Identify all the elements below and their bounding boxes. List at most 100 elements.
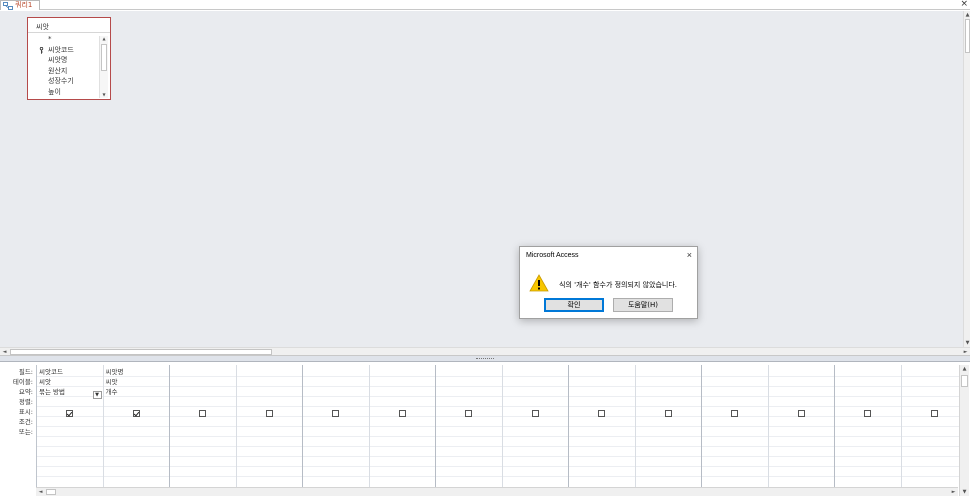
criteria-cell[interactable]: [303, 417, 369, 427]
criteria-cell[interactable]: [502, 417, 568, 427]
table-cell[interactable]: [569, 377, 635, 387]
table-cell[interactable]: [702, 377, 768, 387]
sort-cell[interactable]: [170, 397, 236, 407]
blank-cell[interactable]: [702, 457, 768, 467]
grid-column[interactable]: 씨앗명 씨앗 개수: [103, 365, 170, 489]
sort-cell[interactable]: [369, 397, 435, 407]
table-cell[interactable]: [635, 377, 701, 387]
field-item-seed-code[interactable]: 씨앗코드: [28, 45, 100, 56]
blank-cell[interactable]: [436, 447, 502, 457]
field-item-growth[interactable]: 성장수기: [28, 76, 100, 87]
or-cell[interactable]: [502, 427, 568, 437]
blank-cell[interactable]: [835, 447, 901, 457]
blank-cell[interactable]: [369, 437, 435, 447]
blank-cell[interactable]: [170, 467, 236, 477]
field-item-all[interactable]: *: [28, 34, 100, 45]
blank-cell[interactable]: [502, 437, 568, 447]
blank-cell[interactable]: [901, 467, 967, 477]
scroll-down-icon[interactable]: ▼: [960, 489, 969, 495]
show-checkbox[interactable]: [864, 410, 872, 417]
blank-cell[interactable]: [835, 457, 901, 467]
blank-cell[interactable]: [236, 467, 302, 477]
blank-cell[interactable]: [303, 437, 369, 447]
total-cell[interactable]: [569, 387, 635, 397]
scroll-up-icon[interactable]: ▲: [960, 366, 969, 372]
or-cell[interactable]: [901, 427, 967, 437]
grid-column[interactable]: [635, 365, 702, 489]
field-cell[interactable]: [901, 367, 967, 377]
sort-cell[interactable]: [768, 397, 834, 407]
blank-cell[interactable]: [369, 447, 435, 457]
blank-cell[interactable]: [702, 467, 768, 477]
or-cell[interactable]: [37, 427, 103, 437]
blank-cell[interactable]: [170, 437, 236, 447]
sort-cell[interactable]: [436, 397, 502, 407]
blank-cell[interactable]: [303, 457, 369, 467]
criteria-cell[interactable]: [369, 417, 435, 427]
show-checkbox[interactable]: [731, 410, 739, 417]
blank-cell[interactable]: [635, 457, 701, 467]
sort-cell[interactable]: [569, 397, 635, 407]
field-item-seed-name[interactable]: 씨앗명: [28, 55, 100, 66]
scroll-thumb[interactable]: [965, 19, 970, 53]
splitter-grip[interactable]: [476, 358, 494, 360]
scroll-down-icon[interactable]: ▼: [964, 340, 970, 346]
scroll-left-icon[interactable]: ◄: [1, 349, 8, 355]
sort-cell[interactable]: [303, 397, 369, 407]
table-cell[interactable]: [835, 377, 901, 387]
scroll-thumb[interactable]: [961, 375, 968, 387]
sort-cell[interactable]: [502, 397, 568, 407]
blank-cell[interactable]: [702, 437, 768, 447]
show-checkbox[interactable]: [66, 410, 74, 417]
total-cell[interactable]: [702, 387, 768, 397]
grid-horizontal-scrollbar[interactable]: ◄ ►: [36, 487, 958, 496]
blank-cell[interactable]: [303, 447, 369, 457]
field-cell[interactable]: 씨앗명: [103, 367, 169, 377]
blank-cell[interactable]: [436, 437, 502, 447]
criteria-cell[interactable]: [835, 417, 901, 427]
show-checkbox[interactable]: [930, 410, 938, 417]
table-cell[interactable]: [502, 377, 568, 387]
blank-cell[interactable]: [236, 437, 302, 447]
blank-cell[interactable]: [37, 437, 103, 447]
criteria-cell[interactable]: [236, 417, 302, 427]
criteria-cell[interactable]: [635, 417, 701, 427]
scroll-up-icon[interactable]: ▲: [100, 36, 108, 42]
blank-cell[interactable]: [170, 447, 236, 457]
blank-cell[interactable]: [768, 467, 834, 477]
grid-column[interactable]: [436, 365, 503, 489]
total-dropdown-icon[interactable]: ▼: [92, 391, 102, 399]
total-cell[interactable]: [236, 387, 302, 397]
blank-cell[interactable]: [436, 457, 502, 467]
criteria-cell[interactable]: [436, 417, 502, 427]
show-checkbox[interactable]: [465, 410, 473, 417]
field-cell[interactable]: [768, 367, 834, 377]
show-checkbox[interactable]: [199, 410, 207, 417]
field-cell[interactable]: [436, 367, 502, 377]
scroll-down-icon[interactable]: ▼: [100, 92, 108, 98]
field-cell[interactable]: [502, 367, 568, 377]
surface-horizontal-scrollbar[interactable]: ◄ ►: [0, 347, 970, 356]
blank-cell[interactable]: [635, 447, 701, 457]
scroll-thumb[interactable]: [46, 489, 56, 495]
dialog-close-icon[interactable]: ×: [687, 250, 692, 260]
blank-cell[interactable]: [768, 447, 834, 457]
blank-cell[interactable]: [502, 457, 568, 467]
table-cell[interactable]: [901, 377, 967, 387]
or-cell[interactable]: [103, 427, 169, 437]
sort-cell[interactable]: [635, 397, 701, 407]
total-cell[interactable]: [635, 387, 701, 397]
field-cell[interactable]: [236, 367, 302, 377]
or-cell[interactable]: [702, 427, 768, 437]
grid-column[interactable]: [768, 365, 835, 489]
grid-column[interactable]: [170, 365, 237, 489]
grid-column[interactable]: [702, 365, 769, 489]
blank-cell[interactable]: [702, 447, 768, 457]
show-checkbox[interactable]: [598, 410, 606, 417]
or-cell[interactable]: [236, 427, 302, 437]
ok-button[interactable]: 확인: [544, 298, 604, 312]
blank-cell[interactable]: [37, 457, 103, 467]
grid-column[interactable]: [835, 365, 902, 489]
blank-cell[interactable]: [635, 437, 701, 447]
blank-cell[interactable]: [103, 457, 169, 467]
